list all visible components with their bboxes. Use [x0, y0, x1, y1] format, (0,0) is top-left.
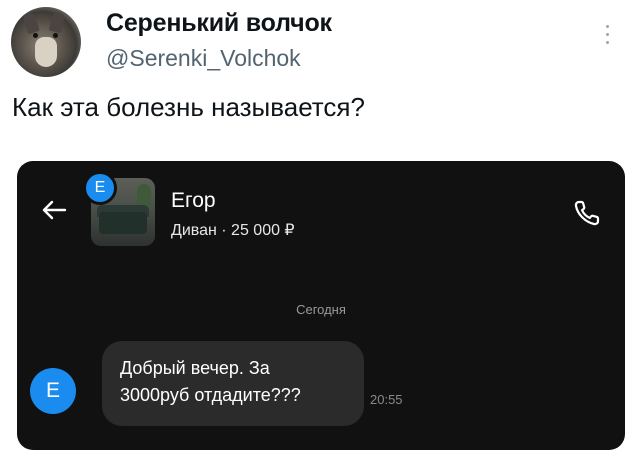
- avatar-ear-left: [22, 11, 40, 35]
- date-separator: Сегодня: [296, 302, 346, 317]
- author-display-name[interactable]: Серенький волчок: [106, 9, 332, 38]
- contact-name[interactable]: Егор: [171, 189, 216, 213]
- tweet-text: Как эта болезнь называется?: [12, 92, 365, 122]
- arrow-left-icon[interactable]: [39, 195, 69, 225]
- more-vertical-icon[interactable]: [600, 22, 616, 50]
- message-timestamp: 20:55: [370, 392, 403, 407]
- more-dot: [606, 33, 609, 36]
- tweet-media-screenshot[interactable]: Е Егор Диван · 25 000 ₽ Сегодня Е Добрый…: [17, 161, 625, 450]
- phone-icon[interactable]: [571, 197, 603, 229]
- avatar-snout: [35, 37, 57, 67]
- message-text-line: Добрый вечер. За: [120, 358, 270, 378]
- avatar-eye-left: [33, 33, 38, 38]
- tweet-header: Серенький волчок @Serenki_Volchok: [0, 0, 640, 90]
- more-dot: [606, 41, 609, 44]
- more-dot: [606, 25, 609, 28]
- thumbnail-sofa: [99, 212, 147, 234]
- message-text-line: 3000руб отдадите???: [120, 385, 301, 405]
- sender-avatar[interactable]: Е: [30, 368, 76, 414]
- listing-title[interactable]: Диван · 25 000 ₽: [171, 220, 295, 240]
- avatar-ear-right: [48, 10, 66, 34]
- seller-avatar: Е: [83, 171, 117, 205]
- avatar-eye-right: [53, 33, 58, 38]
- message-bubble[interactable]: Добрый вечер. За 3000руб отдадите???: [102, 341, 364, 426]
- author-handle[interactable]: @Serenki_Volchok: [106, 45, 301, 72]
- author-avatar[interactable]: [11, 7, 81, 77]
